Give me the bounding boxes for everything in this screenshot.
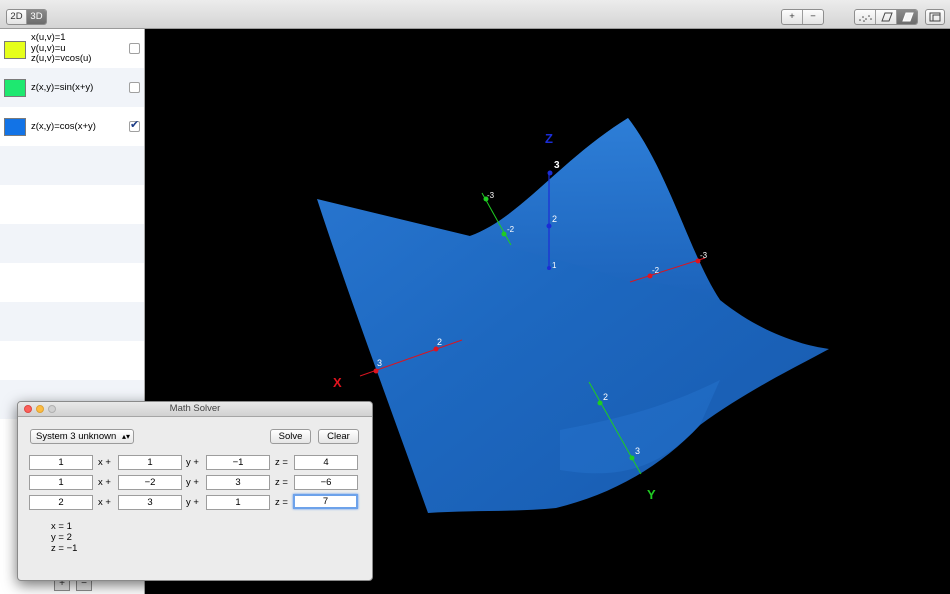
zoom-controls: + − (781, 9, 824, 25)
op-label: z = (275, 477, 288, 488)
coef-c3-field[interactable]: 1 (206, 495, 270, 510)
y-tick-label: 3 (635, 446, 640, 456)
empty-row (0, 263, 144, 302)
op-label: y + (186, 457, 199, 468)
toolbar: 2D 3D + − (0, 0, 950, 29)
result-z: z = −1 (51, 543, 78, 554)
color-swatch[interactable] (4, 118, 26, 136)
z-tick-label: 2 (552, 214, 557, 224)
function-row-3[interactable]: z(x,y)=cos(x+y) (0, 107, 144, 146)
mode-3d-button[interactable]: 3D (27, 10, 46, 24)
coef-b3-field[interactable]: 3 (118, 495, 182, 510)
z-tick-label: 1 (552, 261, 557, 270)
x-tick-label: -2 (652, 266, 660, 275)
coef-a2-field[interactable]: 1 (29, 475, 93, 490)
op-label: z = (275, 457, 288, 468)
empty-row (0, 302, 144, 341)
empty-row (0, 146, 144, 185)
empty-row (0, 224, 144, 263)
y-tick-label: -2 (507, 225, 515, 234)
y-tick-label: 2 (603, 392, 608, 402)
wireframe-icon (881, 12, 893, 22)
z-tick-label: 3 (554, 160, 560, 171)
z-axis-label: Z (545, 131, 553, 146)
dimension-toggle: 2D 3D (6, 9, 47, 25)
rhs-d1-field[interactable]: 4 (294, 455, 358, 470)
result-x: x = 1 (51, 521, 72, 532)
points-style-button[interactable] (855, 10, 876, 24)
x-tick-label: -3 (700, 251, 708, 260)
x-tick-3-dot (373, 368, 379, 374)
visibility-checkbox[interactable] (129, 82, 140, 93)
rhs-d2-field[interactable]: −6 (294, 475, 358, 490)
color-swatch[interactable] (4, 41, 26, 59)
function-row-2[interactable]: z(x,y)=sin(x+y) (0, 68, 144, 107)
window-title: Math Solver (169, 403, 221, 414)
color-swatch[interactable] (4, 79, 26, 97)
result-y: y = 2 (51, 532, 72, 543)
op-label: y + (186, 477, 199, 488)
zoom-in-button[interactable]: + (782, 10, 803, 24)
op-label: x + (98, 497, 111, 508)
zoom-out-button[interactable]: − (803, 10, 823, 24)
coef-b2-field[interactable]: −2 (118, 475, 182, 490)
rhs-d3-field[interactable]: 7 (293, 494, 358, 509)
y-tick-label: -3 (487, 191, 495, 200)
function-label: x(u,v)=1 y(u,v)=u z(u,v)=vcos(u) (31, 32, 92, 64)
op-label: z = (275, 497, 288, 508)
window-controls (925, 9, 945, 25)
empty-row (0, 185, 144, 224)
coef-a1-field[interactable]: 1 (29, 455, 93, 470)
mode-2d-button[interactable]: 2D (7, 10, 27, 24)
empty-row (0, 341, 144, 380)
system-type-value: System 3 unknown (36, 431, 117, 442)
coef-c2-field[interactable]: 3 (206, 475, 270, 490)
solid-style-button[interactable] (897, 10, 917, 24)
render-style-controls (854, 9, 918, 25)
system-type-select[interactable]: System 3 unknown ▴▾ (30, 429, 134, 444)
y-axis-label: Y (647, 487, 656, 502)
y-tick-neg2-dot (501, 231, 507, 237)
visibility-checkbox[interactable] (129, 118, 140, 132)
function-row-1[interactable]: x(u,v)=1 y(u,v)=u z(u,v)=vcos(u) (0, 29, 144, 68)
solve-button[interactable]: Solve (270, 429, 311, 444)
coef-b1-field[interactable]: 1 (118, 455, 182, 470)
points-icon (859, 15, 872, 22)
op-label: y + (186, 497, 199, 508)
op-label: x + (98, 457, 111, 468)
solid-surface-icon (902, 12, 914, 22)
y-tick-3-dot (629, 455, 635, 461)
wireframe-style-button[interactable] (876, 10, 897, 24)
function-label: z(x,y)=cos(x+y) (31, 121, 96, 132)
z-tick-1-dot (547, 266, 551, 270)
function-label: z(x,y)=sin(x+y) (31, 82, 94, 93)
clear-button[interactable]: Clear (318, 429, 359, 444)
coef-c1-field[interactable]: −1 (206, 455, 270, 470)
op-label: x + (98, 477, 111, 488)
visibility-checkbox[interactable] (129, 43, 140, 54)
x-tick-label: 2 (437, 337, 442, 347)
y-tick-2-dot (597, 400, 603, 406)
fullscreen-button[interactable] (926, 10, 944, 24)
title-bar[interactable]: Math Solver (18, 402, 372, 417)
z-tick-2-dot (546, 223, 552, 229)
window-icon (929, 12, 941, 22)
x-axis-label: X (333, 375, 342, 390)
z-tick-3-dot (547, 170, 553, 176)
coef-a3-field[interactable]: 2 (29, 495, 93, 510)
x-tick-label: 3 (377, 358, 382, 368)
math-solver-window: Math Solver System 3 unknown ▴▾ Solve Cl… (17, 401, 373, 581)
x-tick-2-dot (433, 346, 439, 352)
updown-arrow-icon: ▴▾ (121, 432, 130, 441)
